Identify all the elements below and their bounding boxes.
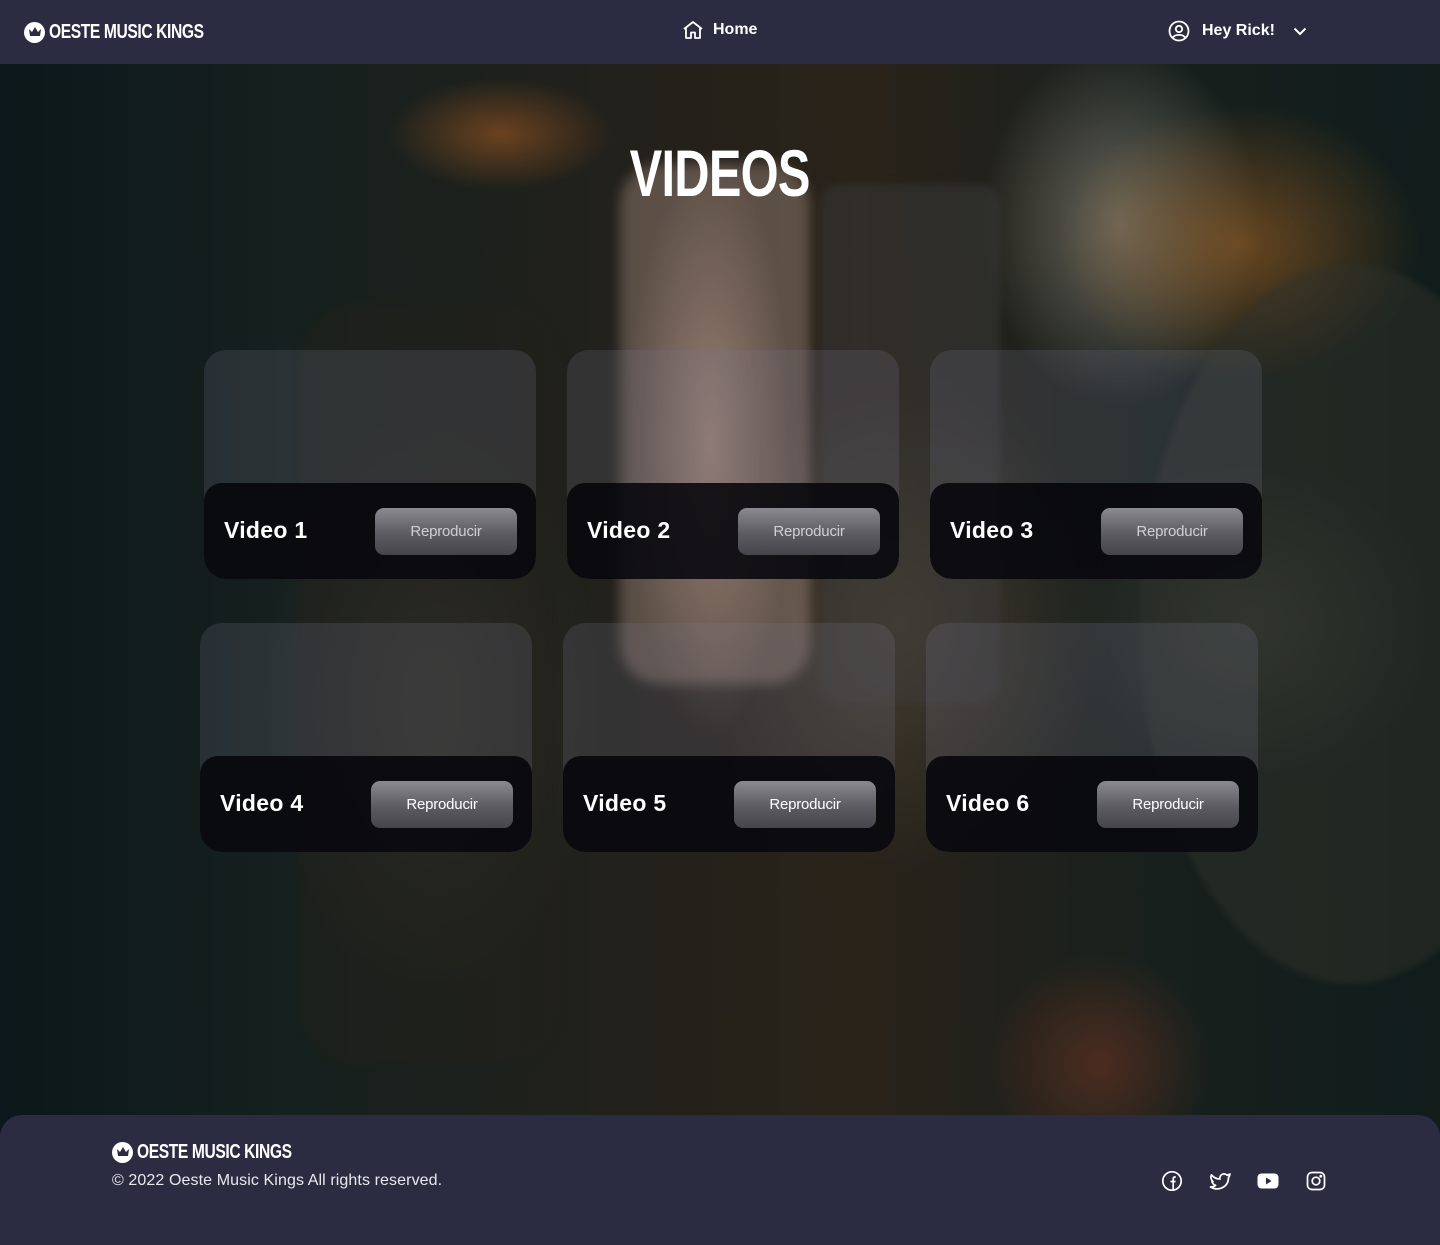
video-card: Video 6 Reproducir (926, 623, 1258, 852)
chevron-down-icon[interactable] (1293, 27, 1307, 36)
copyright-text: © 2022 Oeste Music Kings All rights rese… (112, 1172, 443, 1189)
user-menu[interactable]: Hey Rick! (1168, 20, 1307, 42)
user-greeting: Hey Rick! (1202, 22, 1275, 39)
video-card: Video 5 Reproducir (563, 623, 895, 852)
play-button[interactable]: Reproducir (375, 508, 517, 555)
video-card: Video 3 Reproducir (930, 350, 1262, 579)
play-button[interactable]: Reproducir (371, 781, 513, 828)
video-title: Video 1 (224, 517, 308, 543)
play-button[interactable]: Reproducir (1097, 781, 1239, 828)
instagram-icon[interactable] (1304, 1169, 1328, 1193)
footer-brand-name: OESTE MUSIC KINGS (137, 1140, 292, 1163)
youtube-icon[interactable] (1256, 1169, 1280, 1193)
hero-background (0, 64, 1440, 1134)
crown-icon (24, 21, 45, 43)
play-button[interactable]: Reproducir (1101, 508, 1243, 555)
site-footer: OESTE MUSIC KINGS © 2022 Oeste Music Kin… (0, 1115, 1440, 1245)
home-icon (682, 20, 704, 40)
video-title: Video 4 (220, 790, 304, 816)
twitter-icon[interactable] (1208, 1169, 1232, 1193)
video-title: Video 6 (946, 790, 1030, 816)
brand-name: OESTE MUSIC KINGS (49, 20, 204, 43)
footer-brand-logo[interactable]: OESTE MUSIC KINGS (112, 1141, 335, 1163)
crown-icon (112, 1141, 133, 1163)
video-card: Video 1 Reproducir (204, 350, 536, 579)
video-card: Video 2 Reproducir (567, 350, 899, 579)
play-button[interactable]: Reproducir (738, 508, 880, 555)
brand-logo[interactable]: OESTE MUSIC KINGS (24, 18, 247, 46)
home-label: Home (713, 21, 758, 38)
video-title: Video 5 (583, 790, 667, 816)
user-circle-icon (1168, 20, 1190, 42)
facebook-icon[interactable] (1160, 1169, 1184, 1193)
top-navbar: OESTE MUSIC KINGS Home Hey Rick! (0, 0, 1440, 64)
nav-home-link[interactable]: Home (682, 20, 757, 40)
play-button[interactable]: Reproducir (734, 781, 876, 828)
page-title: VIDEOS (629, 136, 811, 210)
video-title: Video 2 (587, 517, 671, 543)
video-card: Video 4 Reproducir (200, 623, 532, 852)
video-title: Video 3 (950, 517, 1034, 543)
